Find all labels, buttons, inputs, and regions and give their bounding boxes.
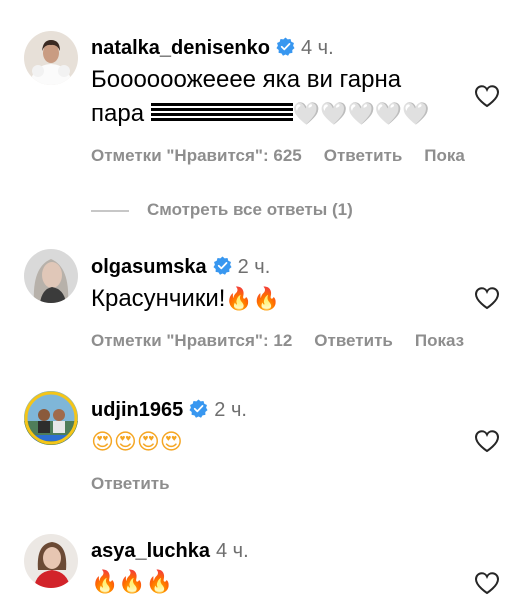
fire-emoji-icon: 🔥🔥	[225, 287, 281, 312]
like-heart-icon[interactable]	[474, 286, 500, 310]
timestamp[interactable]: 2 ч.	[214, 399, 247, 421]
comment-header: olgasumska 2 ч.	[91, 254, 270, 280]
heart-eyes-emoji-icon: 😍😍😍😍	[91, 430, 183, 455]
verified-badge-icon	[189, 399, 208, 418]
likes-count[interactable]: Отметки "Нравится": 625	[91, 146, 302, 165]
like-heart-icon[interactable]	[474, 84, 500, 108]
timestamp[interactable]: 4 ч.	[301, 37, 334, 59]
white-heart-emoji-icon: 🤍🤍🤍🤍🤍	[292, 102, 430, 127]
comment-text-line2: пара 🤍🤍🤍🤍🤍	[91, 98, 430, 131]
likes-count[interactable]: Отметки "Нравится": 12	[91, 331, 292, 350]
translation-button[interactable]: Пока	[424, 146, 465, 165]
username[interactable]: natalka_denisenko	[91, 37, 270, 59]
avatar[interactable]	[24, 534, 78, 588]
like-heart-icon[interactable]	[474, 571, 500, 595]
reply-button[interactable]: Ответить	[91, 474, 170, 493]
avatar[interactable]	[24, 31, 78, 85]
comment-actions: Отметки "Нравится": 12 Ответить Показ	[91, 331, 486, 351]
flag-emoji-icon	[150, 103, 293, 123]
fire-emoji-icon: 🔥🔥🔥	[91, 570, 174, 595]
username[interactable]: olgasumska	[91, 256, 207, 278]
comment-text: 😍😍😍😍	[91, 426, 183, 459]
translation-button[interactable]: Показ	[415, 331, 464, 350]
verified-badge-icon	[276, 37, 295, 56]
divider	[91, 210, 129, 212]
comment-text: Боооооожееее яка ви гарна	[91, 66, 402, 93]
comment-header: natalka_denisenko 4 ч.	[91, 35, 334, 61]
reply-button[interactable]: Ответить	[314, 331, 393, 350]
avatar[interactable]	[24, 391, 78, 445]
username[interactable]: asya_luchka	[91, 540, 210, 562]
reply-button[interactable]: Ответить	[324, 146, 403, 165]
comment-actions: Отметки "Нравится": 625 Ответить Пока	[91, 146, 487, 166]
comment-header: udjin1965 2 ч.	[91, 397, 247, 423]
timestamp[interactable]: 4 ч.	[216, 540, 249, 562]
like-heart-icon[interactable]	[474, 429, 500, 453]
comment-text: Красунчики!🔥🔥	[91, 285, 281, 312]
timestamp[interactable]: 2 ч.	[238, 256, 271, 278]
username[interactable]: udjin1965	[91, 399, 183, 421]
comment-actions: Ответить	[91, 474, 192, 494]
comment-header: asya_luchka 4 ч.	[91, 538, 249, 564]
comment-text: 🔥🔥🔥	[91, 566, 173, 599]
comment-text-word: пара	[91, 100, 145, 127]
verified-badge-icon	[213, 256, 232, 275]
view-replies-label: Смотреть все ответы (1)	[147, 200, 353, 219]
avatar[interactable]	[24, 249, 78, 303]
